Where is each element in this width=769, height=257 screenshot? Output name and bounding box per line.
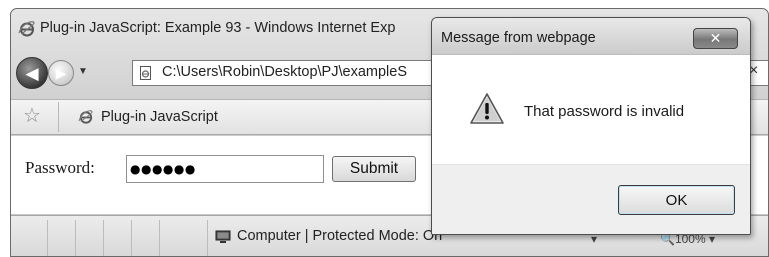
computer-zone-icon [215, 230, 231, 243]
ok-button[interactable]: OK [618, 185, 735, 215]
dialog-body: That password is invalid [432, 55, 750, 164]
status-divider [207, 220, 208, 256]
submit-button[interactable]: Submit [332, 156, 416, 182]
back-arrow-icon: ◀ [25, 63, 39, 83]
tab-label: Plug-in JavaScript [101, 109, 218, 125]
warning-icon [470, 93, 504, 124]
close-icon: ✕ [709, 30, 722, 46]
status-divider [103, 220, 104, 256]
internet-explorer-icon [18, 21, 35, 37]
forward-arrow-icon: ▶ [55, 65, 67, 81]
status-divider [47, 220, 48, 256]
internet-explorer-tab-icon [78, 110, 93, 124]
dialog-footer: OK [432, 164, 750, 234]
dialog-titlebar: Message from webpage ✕ [432, 18, 750, 55]
message-dialog: Message from webpage ✕ That password is … [431, 17, 751, 235]
dialog-close-button[interactable]: ✕ [693, 28, 738, 49]
back-button[interactable]: ◀ [16, 57, 48, 89]
password-label: Password: [25, 158, 95, 177]
recent-pages-dropdown-icon[interactable]: ▼ [78, 66, 88, 77]
dialog-message: That password is invalid [524, 103, 685, 120]
status-divider [159, 220, 160, 256]
security-zone-text[interactable]: Computer | Protected Mode: On [237, 228, 442, 244]
address-text: C:\Users\Robin\Desktop\PJ\exampleS [162, 64, 407, 80]
forward-button[interactable]: ▶ [48, 60, 74, 86]
dialog-title: Message from webpage [441, 30, 596, 46]
browser-title: Plug-in JavaScript: Example 93 - Windows… [40, 20, 396, 36]
tab-separator [58, 102, 59, 132]
status-divider [75, 220, 76, 256]
status-divider [131, 220, 132, 256]
page-icon [140, 66, 151, 80]
favorites-star-icon[interactable]: ☆ [23, 106, 41, 126]
password-field[interactable]: ●●●●●● [126, 155, 324, 183]
